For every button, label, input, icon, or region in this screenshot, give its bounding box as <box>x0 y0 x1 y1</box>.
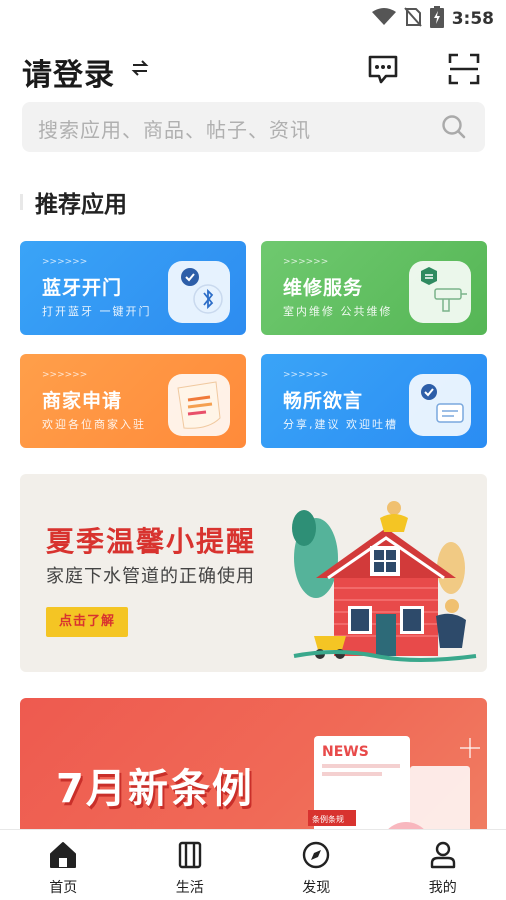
search-icon[interactable] <box>441 114 467 140</box>
card-chevrons: >>>>>> <box>283 370 329 380</box>
wifi-icon <box>371 8 396 30</box>
card-title: 商家申请 <box>42 390 123 412</box>
card-title: 畅所欲言 <box>283 390 364 412</box>
switch-icon[interactable] <box>130 58 150 78</box>
user-icon <box>428 840 458 874</box>
nav-home[interactable]: 首页 <box>0 830 127 900</box>
card-subtitle: 欢迎各位商家入驻 <box>42 418 146 431</box>
app-card-feedback[interactable]: >>>>>> 畅所欲言 分享,建议 欢迎吐槽 <box>261 354 487 448</box>
learn-more-button[interactable]: 点击了解 <box>46 607 128 637</box>
search-input[interactable]: 搜索应用、商品、帖子、资讯 <box>22 102 485 152</box>
nav-discover[interactable]: 发现 <box>253 830 380 900</box>
book-icon <box>175 840 205 874</box>
card-subtitle: 室内维修 公共维修 <box>283 305 393 318</box>
news-tag: 条例条规 <box>312 814 344 824</box>
house-repair-illustration <box>276 488 486 668</box>
bluetooth-icon <box>168 261 230 323</box>
no-sim-icon <box>403 7 422 31</box>
drill-icon <box>409 261 471 323</box>
bottom-nav: 首页 生活 发现 我的 <box>0 829 506 900</box>
banner-title: 7月新条例 <box>56 766 254 812</box>
home-icon <box>48 840 78 874</box>
header: 请登录 <box>0 46 506 94</box>
app-card-repair-service[interactable]: >>>>>> 维修服务 室内维修 公共维修 <box>261 241 487 335</box>
chat-icon <box>409 374 471 436</box>
nav-label: 发现 <box>302 880 331 896</box>
summer-tips-banner[interactable]: 夏季温馨小提醒 家庭下水管道的正确使用 点击了解 <box>20 474 487 672</box>
status-bar: 3:58 <box>0 0 506 34</box>
compass-icon <box>301 840 331 874</box>
message-icon[interactable] <box>366 52 400 86</box>
section-title: 推荐应用 <box>35 192 127 218</box>
nav-mine[interactable]: 我的 <box>380 830 506 900</box>
nav-life[interactable]: 生活 <box>127 830 254 900</box>
banner-subtitle: 家庭下水管道的正确使用 <box>46 566 255 587</box>
card-subtitle: 打开蓝牙 一键开门 <box>42 305 152 318</box>
section-bar <box>20 194 23 210</box>
nav-label: 我的 <box>428 880 457 896</box>
app-card-bluetooth-door[interactable]: >>>>>> 蓝牙开门 打开蓝牙 一键开门 <box>20 241 246 335</box>
login-title[interactable]: 请登录 <box>22 50 115 94</box>
battery-charging-icon <box>429 6 444 32</box>
status-time: 3:58 <box>451 9 494 29</box>
card-chevrons: >>>>>> <box>42 370 88 380</box>
news-illustration: NEWS 条例条规 <box>300 726 487 838</box>
news-label: NEWS <box>322 744 369 760</box>
document-icon <box>168 374 230 436</box>
status-icons: 3:58 <box>371 6 494 32</box>
nav-label: 生活 <box>175 880 204 896</box>
section-header: 推荐应用 <box>20 186 127 218</box>
card-chevrons: >>>>>> <box>283 257 329 267</box>
search-placeholder: 搜索应用、商品、帖子、资讯 <box>38 118 311 142</box>
app-card-merchant-apply[interactable]: >>>>>> 商家申请 欢迎各位商家入驻 <box>20 354 246 448</box>
banner-title: 夏季温馨小提醒 <box>46 525 257 558</box>
new-regulations-banner[interactable]: 7月新条例 NEWS 条例条规 <box>20 698 487 838</box>
card-subtitle: 分享,建议 欢迎吐槽 <box>283 418 398 431</box>
card-title: 维修服务 <box>283 277 364 299</box>
card-title: 蓝牙开门 <box>42 277 123 299</box>
scan-icon[interactable] <box>447 52 481 86</box>
nav-label: 首页 <box>49 880 78 896</box>
card-chevrons: >>>>>> <box>42 257 88 267</box>
